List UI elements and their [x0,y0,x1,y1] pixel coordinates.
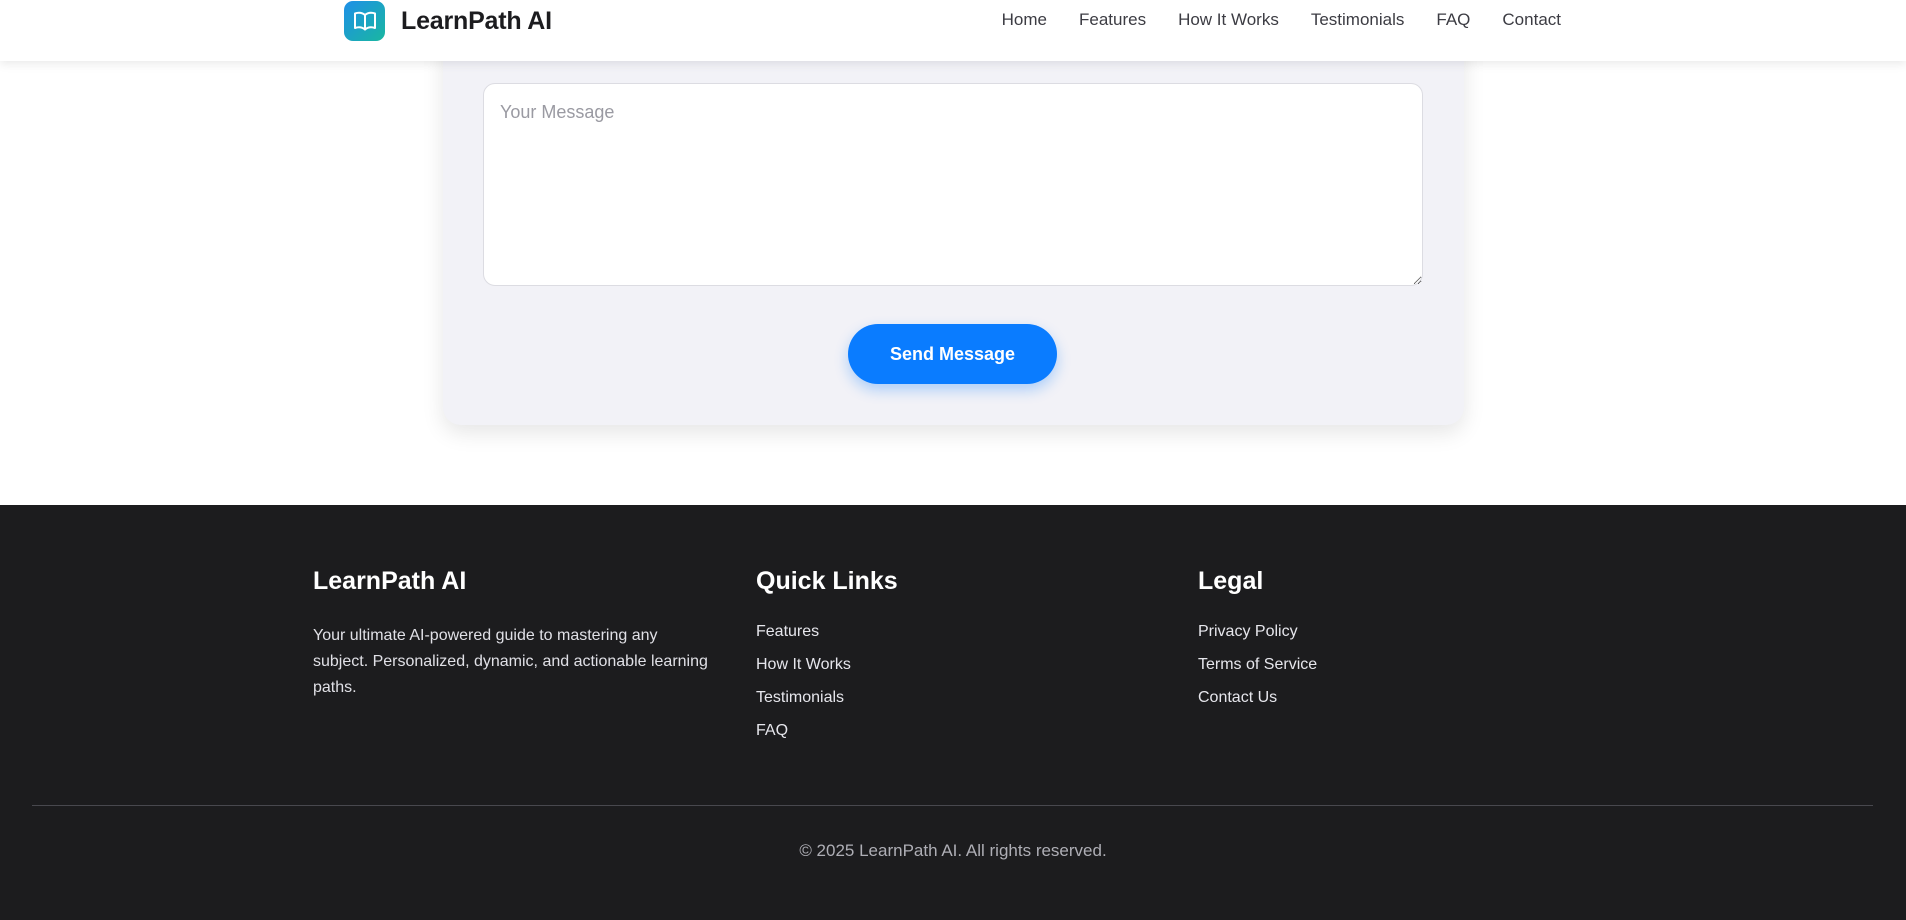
main-nav: Home Features How It Works Testimonials … [1002,10,1561,30]
footer-link-testimonials[interactable]: Testimonials [756,689,844,706]
nav-faq[interactable]: FAQ [1436,10,1470,30]
nav-how-it-works[interactable]: How It Works [1178,10,1279,30]
footer-quick-links: Quick Links Features How It Works Testim… [756,567,898,755]
list-item: Privacy Policy [1198,623,1317,641]
brand-logo[interactable]: LearnPath AI [344,1,552,41]
footer-about: LearnPath AI Your ultimate AI-powered gu… [313,567,713,701]
quick-links-title: Quick Links [756,567,898,595]
brand-name: LearnPath AI [401,6,552,35]
footer-link-how-it-works[interactable]: How It Works [756,656,851,673]
footer-link-privacy-policy[interactable]: Privacy Policy [1198,623,1298,640]
nav-contact[interactable]: Contact [1502,10,1561,30]
footer-brand-title: LearnPath AI [313,567,467,595]
legal-title: Legal [1198,567,1264,595]
list-item: Contact Us [1198,689,1317,707]
site-header: LearnPath AI Home Features How It Works … [0,0,1906,61]
nav-features[interactable]: Features [1079,10,1146,30]
footer-link-terms-of-service[interactable]: Terms of Service [1198,656,1317,673]
message-textarea[interactable] [483,83,1423,286]
footer-divider [32,805,1873,806]
list-item: Terms of Service [1198,656,1317,674]
nav-home[interactable]: Home [1002,10,1047,30]
list-item: FAQ [756,722,898,740]
open-book-icon [344,1,385,41]
quick-links-list: Features How It Works Testimonials FAQ [756,623,898,740]
contact-form-card: Send Message [443,30,1464,425]
footer-link-contact-us[interactable]: Contact Us [1198,689,1277,706]
footer-link-faq[interactable]: FAQ [756,722,788,739]
list-item: Features [756,623,898,641]
footer-description: Your ultimate AI-powered guide to master… [313,627,708,696]
send-message-button[interactable]: Send Message [848,324,1057,384]
copyright-text: © 2025 LearnPath AI. All rights reserved… [799,841,1107,860]
list-item: Testimonials [756,689,898,707]
footer-link-features[interactable]: Features [756,623,819,640]
list-item: How It Works [756,656,898,674]
nav-testimonials[interactable]: Testimonials [1311,10,1405,30]
legal-links-list: Privacy Policy Terms of Service Contact … [1198,623,1317,707]
site-footer: LearnPath AI Your ultimate AI-powered gu… [0,505,1906,920]
footer-legal: Legal Privacy Policy Terms of Service Co… [1198,567,1317,722]
